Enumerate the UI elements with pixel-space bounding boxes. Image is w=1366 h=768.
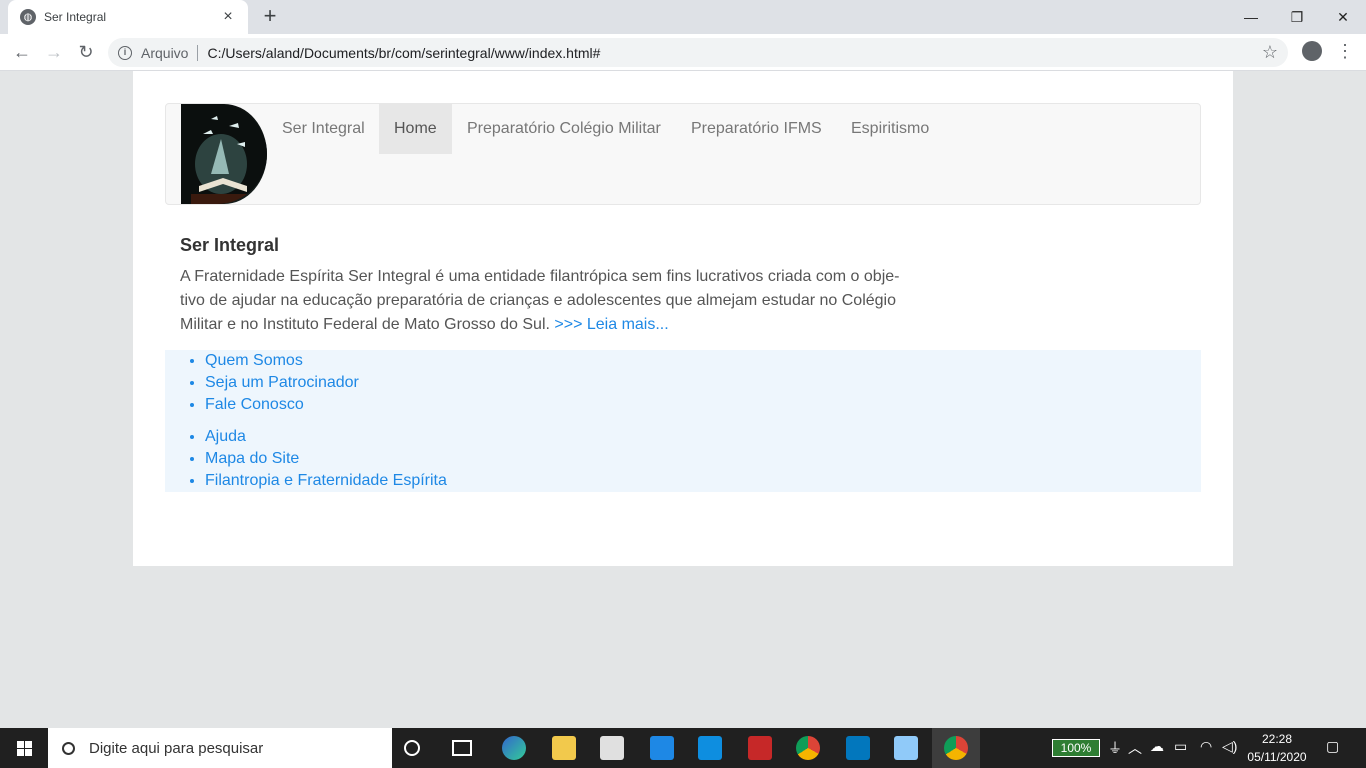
file-explorer-icon[interactable]	[552, 736, 576, 760]
profile-avatar-icon[interactable]	[1302, 41, 1322, 61]
chevron-up-icon[interactable]: ︿	[1128, 738, 1142, 758]
book-graphic	[181, 104, 267, 204]
page-viewport: Ser Integral Home Preparatório Colégio M…	[0, 71, 1366, 728]
volume-icon[interactable]: ◁)	[1222, 738, 1237, 755]
browser-menu-icon[interactable]: ⋮	[1336, 38, 1354, 64]
nav-item-espiritismo[interactable]: Espiritismo	[836, 104, 944, 154]
search-icon	[62, 741, 75, 755]
list-item: Seja um Patrocinador	[205, 372, 1201, 394]
list-item: Quem Somos	[205, 350, 1201, 372]
mcafee-icon[interactable]	[748, 736, 772, 760]
edge-icon[interactable]	[502, 736, 526, 760]
chrome-icon[interactable]	[796, 736, 820, 760]
list-item: Ajuda	[205, 426, 1201, 448]
browser-tab[interactable]: ◍ Ser Integral ×	[8, 0, 248, 34]
read-more-link[interactable]: >>> Leia mais...	[554, 316, 668, 333]
app-window-icon[interactable]	[846, 736, 870, 760]
link-ajuda[interactable]: Ajuda	[205, 428, 246, 445]
nav-item-preparatorio-ifms[interactable]: Preparatório IFMS	[676, 104, 837, 154]
paragraph-line: Militar e no Instituto Federal de Mato G…	[180, 316, 550, 333]
link-quem-somos[interactable]: Quem Somos	[205, 352, 303, 369]
paint-icon[interactable]	[894, 736, 918, 760]
close-window-button[interactable]: ✕	[1320, 0, 1366, 34]
footer-links: Quem Somos Seja um Patrocinador Fale Con…	[165, 350, 1201, 492]
link-seja-patrocinador[interactable]: Seja um Patrocinador	[205, 374, 359, 391]
link-mapa-do-site[interactable]: Mapa do Site	[205, 450, 299, 467]
browser-toolbar: ← → ↻ i Arquivo C:/Users/aland/Documents…	[0, 34, 1366, 71]
restore-button[interactable]: ❐	[1274, 0, 1320, 34]
link-filantropia[interactable]: Filantropia e Fraternidade Espírita	[205, 472, 447, 489]
tab-title: Ser Integral	[44, 10, 107, 24]
address-bar[interactable]: i Arquivo C:/Users/aland/Documents/br/co…	[108, 38, 1288, 67]
site-navbar: Ser Integral Home Preparatório Colégio M…	[165, 103, 1201, 205]
url-text[interactable]: C:/Users/aland/Documents/br/com/serinteg…	[207, 45, 600, 61]
start-button[interactable]	[0, 728, 48, 768]
list-item: Mapa do Site	[205, 448, 1201, 470]
battery-icon[interactable]: ▭	[1174, 738, 1187, 755]
clock-date[interactable]: 05/11/2020	[1244, 750, 1310, 764]
windows-logo-icon	[16, 740, 32, 756]
scheme-label: Arquivo	[141, 44, 189, 61]
task-view-icon[interactable]	[452, 740, 472, 756]
chrome-active-icon	[944, 736, 968, 760]
browser-tabstrip: ◍ Ser Integral × + — ❐ ✕	[0, 0, 1366, 34]
reload-button[interactable]: ↻	[72, 39, 100, 65]
intro-section: Ser Integral A Fraternidade Espírita Ser…	[180, 235, 910, 337]
taskbar-search[interactable]: Digite aqui para pesquisar	[48, 728, 392, 768]
link-fale-conosco[interactable]: Fale Conosco	[205, 396, 304, 413]
nav-item-home[interactable]: Home	[379, 104, 452, 154]
nav-item-ser-integral[interactable]: Ser Integral	[267, 104, 380, 154]
list-item: Filantropia e Fraternidade Espírita	[205, 470, 1201, 492]
wifi-icon[interactable]: ◠	[1200, 738, 1212, 755]
nav-item-preparatorio-colegio-militar[interactable]: Preparatório Colégio Militar	[452, 104, 676, 154]
page-title: Ser Integral	[180, 235, 280, 255]
mail-icon[interactable]	[650, 736, 674, 760]
page-container: Ser Integral Home Preparatório Colégio M…	[133, 71, 1233, 566]
paragraph-line: A Fraternidade Espírita Ser Integral é u…	[180, 268, 900, 285]
info-icon[interactable]: i	[118, 45, 132, 60]
new-tab-button[interactable]: +	[258, 4, 282, 28]
globe-icon: ◍	[20, 9, 36, 25]
open-book-logo-icon	[181, 104, 267, 204]
minimize-button[interactable]: —	[1228, 0, 1274, 34]
links-group-1: Quem Somos Seja um Patrocinador Fale Con…	[165, 350, 1201, 416]
omnibox-divider	[197, 44, 199, 61]
power-plug-icon[interactable]: ⏚	[1108, 738, 1122, 758]
paragraph-line: tivo de ajudar na educação preparatória …	[180, 292, 897, 309]
bookmark-star-icon[interactable]: ☆	[1262, 42, 1278, 63]
site-logo[interactable]	[181, 104, 267, 204]
clock-time[interactable]: 22:28	[1248, 732, 1306, 746]
notifications-icon[interactable]: ▢	[1326, 738, 1339, 755]
forward-button[interactable]: →	[40, 39, 68, 65]
list-item: Fale Conosco	[205, 394, 1201, 416]
active-app-highlight[interactable]	[932, 728, 980, 768]
links-group-2: Ajuda Mapa do Site Filantropia e Fratern…	[165, 426, 1201, 492]
search-placeholder: Digite aqui para pesquisar	[89, 739, 264, 757]
back-button[interactable]: ←	[8, 39, 36, 65]
app-l-icon[interactable]	[698, 736, 722, 760]
onedrive-cloud-icon[interactable]: ☁	[1150, 738, 1164, 755]
cortana-icon[interactable]	[404, 740, 420, 756]
windows-taskbar: Digite aqui para pesquisar 100% ⏚ ︿ ☁ ▭ …	[0, 728, 1366, 768]
store-icon[interactable]	[600, 736, 624, 760]
tab-close-icon[interactable]: ×	[220, 8, 236, 26]
intro-paragraph: A Fraternidade Espírita Ser Integral é u…	[180, 265, 910, 337]
battery-indicator[interactable]: 100%	[1052, 739, 1100, 757]
